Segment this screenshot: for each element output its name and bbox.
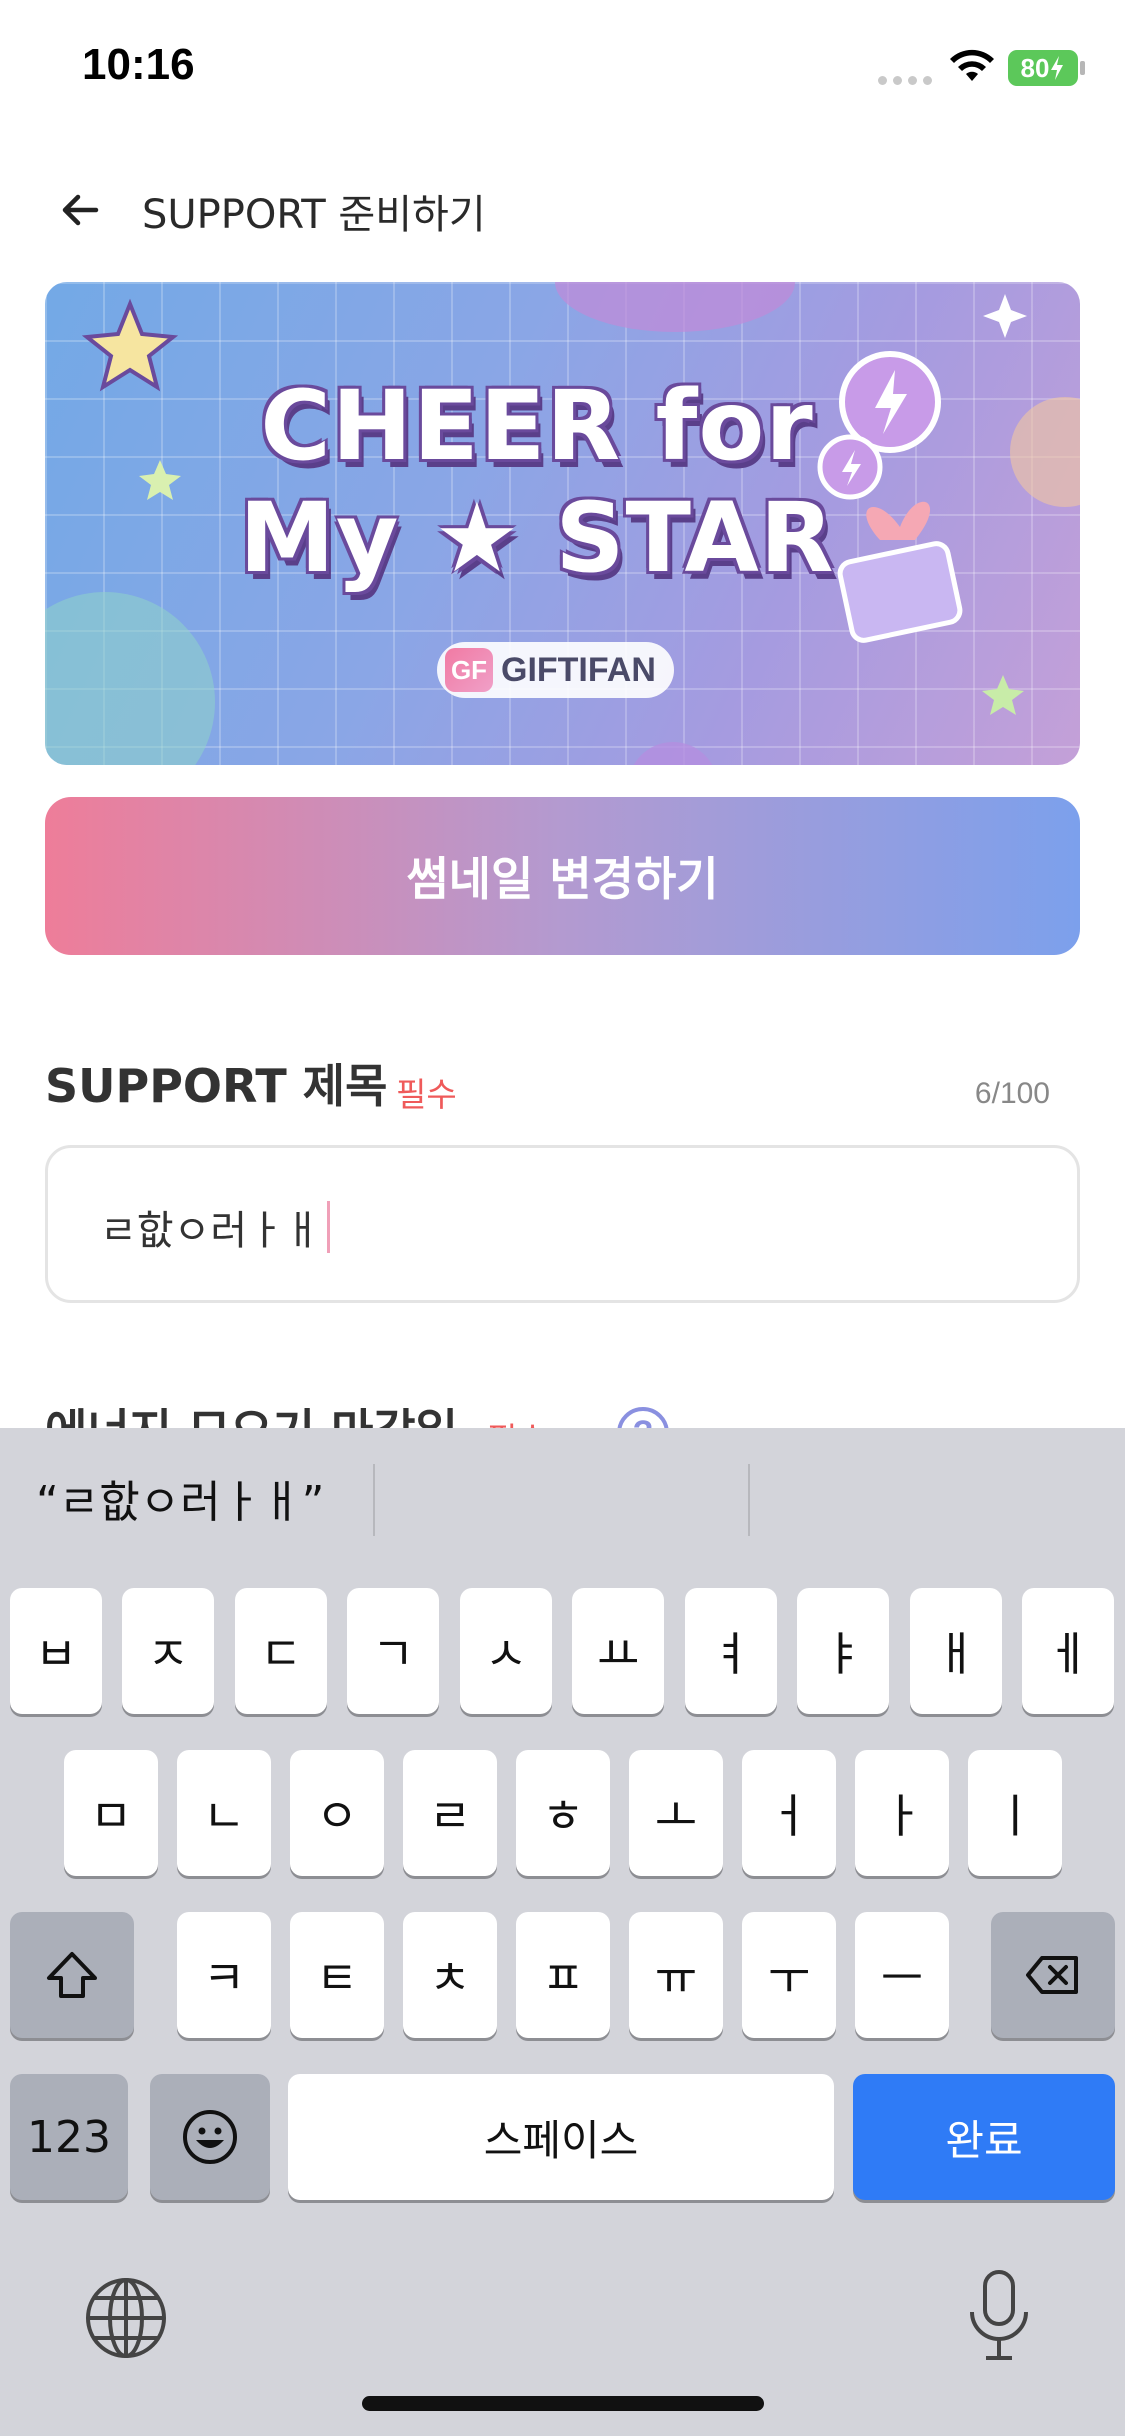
numbers-key[interactable]: 123 [10,2074,128,2200]
key-row2-6[interactable]: ㅗ [629,1750,723,1876]
banner-headline-line-1: CHEER for [260,370,814,482]
shift-icon [47,1952,97,1998]
shift-key[interactable] [10,1912,134,2038]
key-row3-5[interactable]: ㅠ [629,1912,723,2038]
text-cursor [326,1201,330,1253]
key-row3-1[interactable]: ㅋ [177,1912,271,2038]
change-thumbnail-button[interactable]: 썸네일 변경하기 [45,797,1080,955]
support-title-input[interactable]: ㄹ핪ㅇ러ㅏㅐ [45,1145,1080,1303]
done-key[interactable]: 완료 [853,2074,1115,2200]
key-row1-10[interactable]: ㅔ [1022,1588,1114,1714]
support-title-input-value: ㄹ핪ㅇ러ㅏㅐ [100,1198,330,1256]
brand-badge: GF GIFTIFAN [437,642,674,698]
backspace-key[interactable] [991,1912,1115,2038]
key-row1-9[interactable]: ㅐ [910,1588,1002,1714]
page-title: SUPPORT 준비하기 [142,192,486,238]
arrow-left-icon[interactable] [56,186,104,234]
key-row1-4[interactable]: ㄱ [347,1588,439,1714]
banner-headline-line-2: My ★ STAR [239,482,835,594]
emoji-key[interactable] [150,2074,270,2200]
status-bar: 10:16 80 [0,0,1125,140]
suggestion-1[interactable]: “ㄹ핪ㅇ러ㅏㅐ” [36,1466,324,1530]
space-key[interactable]: 스페이스 [288,2074,834,2200]
key-row1-7[interactable]: ㅕ [685,1588,777,1714]
key-row2-9[interactable]: ㅣ [968,1750,1062,1876]
cellular-signal-icon [878,76,932,85]
key-row2-1[interactable]: ㅁ [64,1750,158,1876]
required-badge: 필수 [396,1075,457,1114]
key-row3-7[interactable]: ㅡ [855,1912,949,2038]
key-row2-5[interactable]: ㅎ [516,1750,610,1876]
key-row1-2[interactable]: ㅈ [122,1588,214,1714]
deadline-section-header: 에너지 모으기 마감일 필수 ? [45,1395,1080,1430]
home-indicator [362,2396,764,2411]
globe-icon[interactable] [84,2276,168,2360]
microphone-icon[interactable] [964,2268,1034,2364]
key-row1-8[interactable]: ㅑ [797,1588,889,1714]
key-row2-4[interactable]: ㄹ [403,1750,497,1876]
key-row2-7[interactable]: ㅓ [742,1750,836,1876]
charging-bolt-icon [1051,56,1064,80]
key-row1-1[interactable]: ㅂ [10,1588,102,1714]
key-row1-6[interactable]: ㅛ [572,1588,664,1714]
key-row3-3[interactable]: ㅊ [403,1912,497,2038]
change-thumbnail-button-label: 썸네일 변경하기 [406,852,719,906]
key-row1-3[interactable]: ㄷ [235,1588,327,1714]
key-row2-2[interactable]: ㄴ [177,1750,271,1876]
character-count: 6/100 [974,1077,1050,1110]
suggestion-divider [748,1464,750,1536]
wifi-icon [950,49,994,81]
giftifan-logo: GF [445,648,493,692]
deadline-label: 에너지 모으기 마감일 [45,1395,458,1430]
korean-keyboard: “ㄹ핪ㅇ러ㅏㅐ” ㅂ ㅈ ㄷ ㄱ ㅅ ㅛ ㅕ ㅑ ㅐ ㅔ ㅁ ㄴ ㅇ ㄹ ㅎ ㅗ… [0,1428,1125,2436]
key-row2-8[interactable]: ㅏ [855,1750,949,1876]
key-row1-5[interactable]: ㅅ [460,1588,552,1714]
input-text: ㄹ핪ㅇ러ㅏㅐ [100,1208,321,1254]
question-circle-icon[interactable]: ? [617,1407,669,1430]
key-row2-3[interactable]: ㅇ [290,1750,384,1876]
battery-icon: 80 [1008,50,1078,86]
top-navigation: SUPPORT 준비하기 [0,160,1125,260]
battery-level: 80 [1020,52,1050,83]
support-title-label: SUPPORT 제목 [45,1059,388,1113]
thumbnail-banner: CHEER for My ★ STAR GF GIFTIFAN [45,282,1080,765]
key-row3-4[interactable]: ㅍ [516,1912,610,2038]
key-row3-2[interactable]: ㅌ [290,1912,384,2038]
suggestion-divider [373,1464,375,1536]
brand-name: GIFTIFAN [501,650,656,689]
emoji-icon [183,2110,237,2164]
key-row3-6[interactable]: ㅜ [742,1912,836,2038]
battery-tip [1080,61,1085,75]
suggestion-bar: “ㄹ핪ㅇ러ㅏㅐ” [0,1428,1125,1568]
backspace-icon [1026,1956,1078,1994]
banner-headline: CHEER for My ★ STAR [217,370,857,594]
status-time: 10:16 [82,40,195,89]
